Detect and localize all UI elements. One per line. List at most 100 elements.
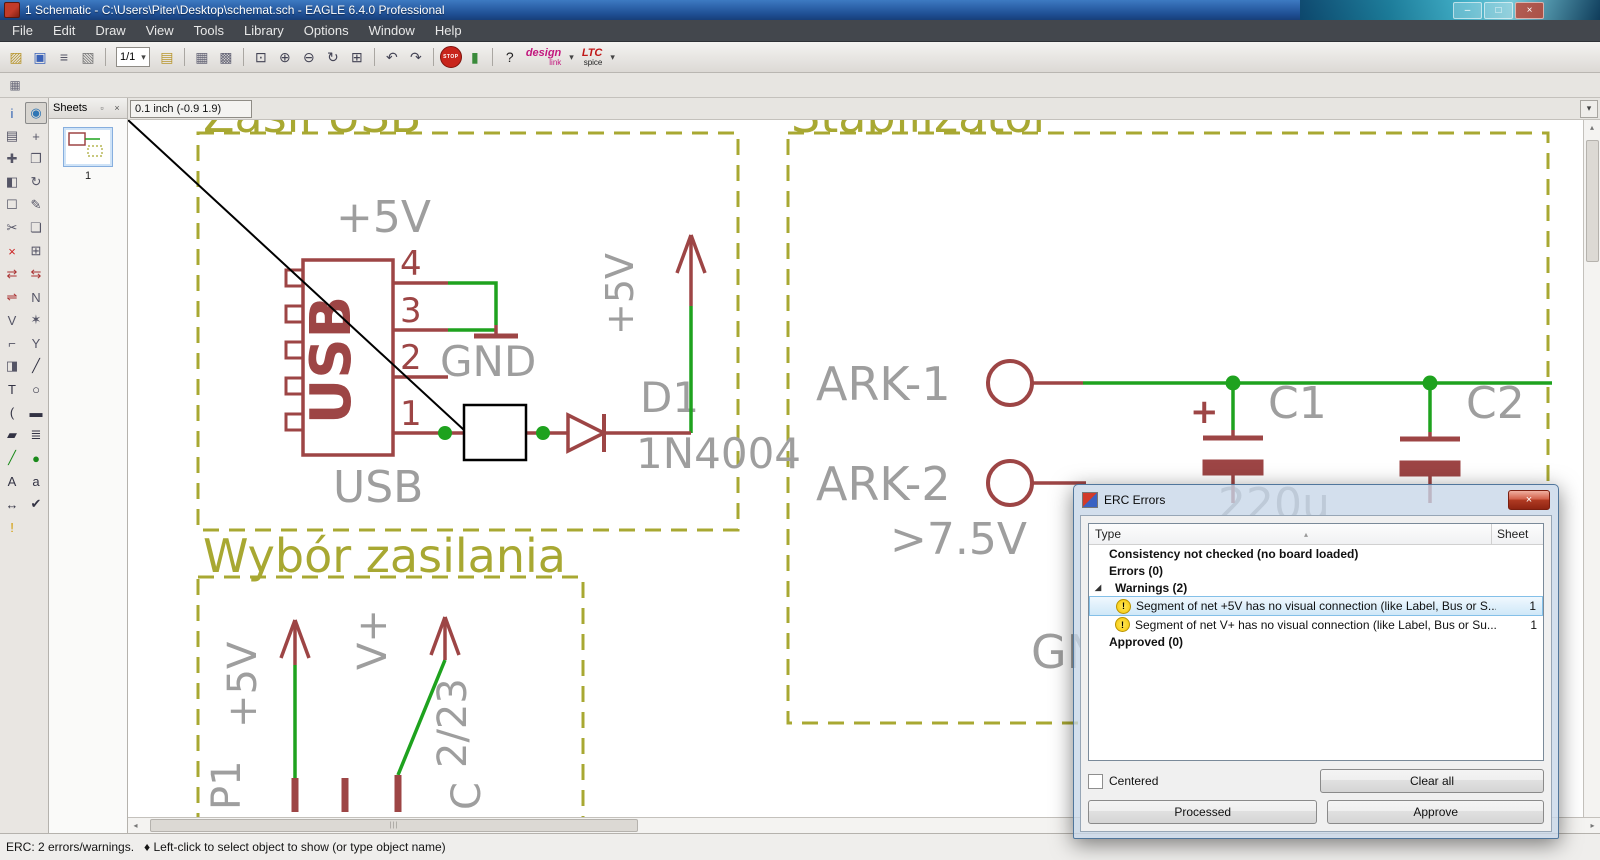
zoom-redraw-button[interactable]: ↻ xyxy=(322,46,344,68)
frame-title-stab[interactable]: Stabilizator xyxy=(791,120,1051,143)
menu-view[interactable]: View xyxy=(136,23,184,38)
gateswap-icon[interactable]: ⇌ xyxy=(1,286,23,308)
frame-title-wybor[interactable]: Wybór zasilania xyxy=(203,529,566,583)
smash-icon[interactable]: ✶ xyxy=(25,309,47,331)
erc-dialog-titlebar[interactable]: ERC Errors × xyxy=(1074,485,1558,515)
ark1-terminal[interactable] xyxy=(986,359,1034,407)
print-button[interactable]: ≡ xyxy=(53,46,75,68)
stop-button[interactable]: STOP xyxy=(439,46,462,68)
wybor-5v-arrow[interactable] xyxy=(279,619,311,665)
use-library-button[interactable]: ▤ xyxy=(156,46,178,68)
zoom-fit-button[interactable]: ⊡ xyxy=(250,46,272,68)
menu-draw[interactable]: Draw xyxy=(85,23,135,38)
menu-options[interactable]: Options xyxy=(294,23,359,38)
menu-window[interactable]: Window xyxy=(359,23,425,38)
erc-close-button[interactable]: × xyxy=(1508,490,1550,510)
errors-icon[interactable]: ! xyxy=(1,516,23,538)
open-button[interactable]: ▨ xyxy=(5,46,27,68)
erc-row-warnings[interactable]: ◢ Warnings (2) xyxy=(1089,579,1543,596)
erc-row-consistency[interactable]: Consistency not checked (no board loaded… xyxy=(1089,545,1543,562)
wybor-vplus-label[interactable]: V+ xyxy=(350,609,396,670)
usb-pin4[interactable]: 4 xyxy=(400,244,422,284)
value-icon[interactable]: V xyxy=(1,309,23,331)
paste-icon[interactable]: ❏ xyxy=(25,217,47,239)
invoke-icon[interactable]: ◨ xyxy=(1,355,23,377)
usb-pin1[interactable]: 1 xyxy=(400,394,422,434)
label-vmin[interactable]: >7.5V xyxy=(890,514,1027,565)
title-bar[interactable]: 1 Schematic - C:\Users\Piter\Desktop\sch… xyxy=(0,0,1600,20)
label-gnd[interactable]: GND xyxy=(440,337,536,386)
horizontal-scroll-thumb[interactable]: ||| xyxy=(150,819,638,832)
scroll-right-icon[interactable]: ▸ xyxy=(1585,821,1600,830)
pinswap-icon[interactable]: ⇄ xyxy=(1,263,23,285)
attribute-icon[interactable]: a xyxy=(25,470,47,492)
label-icon[interactable]: A xyxy=(1,470,23,492)
info-icon[interactable]: i xyxy=(1,102,23,124)
dimension-icon[interactable]: ↔ xyxy=(1,493,23,515)
mirror-icon[interactable]: ◧ xyxy=(1,171,23,193)
move-icon[interactable]: ✚ xyxy=(1,148,23,170)
vertical-scroll-thumb[interactable] xyxy=(1586,140,1599,262)
usb-part-name[interactable]: USB xyxy=(299,296,364,425)
menu-help[interactable]: Help xyxy=(425,23,472,38)
erc-row-warning-vplus[interactable]: ! Segment of net V+ has no visual connec… xyxy=(1089,616,1543,633)
sheet-selector-dropdown[interactable]: 1/1 ▾ xyxy=(116,47,150,67)
vertical-scrollbar[interactable]: ▴ xyxy=(1583,120,1600,817)
label-5v-vertical[interactable]: +5V xyxy=(598,253,642,335)
scroll-up-icon[interactable]: ▴ xyxy=(1590,120,1594,134)
layers-button[interactable]: ▩ xyxy=(215,46,237,68)
ltspice-logo-button[interactable]: LTC spice xyxy=(582,47,603,67)
delete-icon[interactable]: × xyxy=(1,240,23,262)
help-button[interactable]: ? xyxy=(499,46,521,68)
display-icon[interactable]: ▤ xyxy=(1,125,23,147)
replace-icon[interactable]: ⇆ xyxy=(25,263,47,285)
erc-row-warning-5v[interactable]: ! Segment of net +5V has no visual conne… xyxy=(1089,596,1543,616)
dock-icon[interactable]: ▫ xyxy=(96,103,108,113)
erc-list-header[interactable]: Type ▴ Sheet xyxy=(1089,524,1543,545)
save-button[interactable]: ▣ xyxy=(29,46,51,68)
wybor-gate-label[interactable]: C xyxy=(444,782,490,810)
mark-icon[interactable]: + xyxy=(25,125,47,147)
copy-icon[interactable]: ❐ xyxy=(25,148,47,170)
undo-button[interactable]: ↶ xyxy=(381,46,403,68)
junction-icon[interactable]: ● xyxy=(25,447,47,469)
zoom-select-button[interactable]: ⊞ xyxy=(346,46,368,68)
sheet-thumbnail[interactable] xyxy=(63,127,113,167)
panel-close-icon[interactable]: × xyxy=(111,103,123,113)
expander-icon[interactable]: ◢ xyxy=(1089,583,1115,592)
miter-icon[interactable]: ⌐ xyxy=(1,332,23,354)
wybor-pin-label[interactable]: 2/23 xyxy=(430,678,476,768)
add-icon[interactable]: ⊞ xyxy=(25,240,47,262)
menu-tools[interactable]: Tools xyxy=(184,23,234,38)
change-icon[interactable]: ✎ xyxy=(25,194,47,216)
menu-library[interactable]: Library xyxy=(234,23,294,38)
erc-col-type[interactable]: Type xyxy=(1095,527,1121,541)
c2-name[interactable]: C2 xyxy=(1466,378,1525,429)
approve-button[interactable]: Approve xyxy=(1327,800,1544,824)
rect-icon[interactable]: ▬ xyxy=(25,401,47,423)
group-icon[interactable]: ☐ xyxy=(1,194,23,216)
scroll-left-icon[interactable]: ◂ xyxy=(128,821,143,830)
text-icon[interactable]: T xyxy=(1,378,23,400)
zoom-out-button[interactable]: ⊖ xyxy=(298,46,320,68)
erc-row-approved[interactable]: Approved (0) xyxy=(1089,633,1543,650)
selection-box[interactable] xyxy=(462,403,528,462)
usb-pin2[interactable]: 2 xyxy=(400,338,422,378)
redo-button[interactable]: ↷ xyxy=(405,46,427,68)
arc-icon[interactable]: ( xyxy=(1,401,23,423)
zoom-in-button[interactable]: ⊕ xyxy=(274,46,296,68)
run-script-button[interactable]: ▮ xyxy=(464,46,486,68)
diode-d1[interactable] xyxy=(566,412,608,454)
menu-file[interactable]: File xyxy=(2,23,43,38)
dropdown-arrow-button[interactable]: ▾ xyxy=(607,52,618,63)
command-history-dropdown[interactable]: ▾ xyxy=(1580,99,1598,118)
maximize-button[interactable]: □ xyxy=(1484,2,1513,19)
frame-title-zasil[interactable]: Zasil USB xyxy=(203,120,421,143)
erc-col-sheet[interactable]: Sheet xyxy=(1492,524,1543,544)
bus-icon[interactable]: ≣ xyxy=(25,424,47,446)
usb-pin3[interactable]: 3 xyxy=(400,291,422,331)
processed-button[interactable]: Processed xyxy=(1088,800,1318,824)
wybor-vplus-arrow[interactable] xyxy=(429,616,461,660)
erc-check-icon[interactable]: ✔ xyxy=(25,493,47,515)
cut-icon[interactable]: ✂ xyxy=(1,217,23,239)
